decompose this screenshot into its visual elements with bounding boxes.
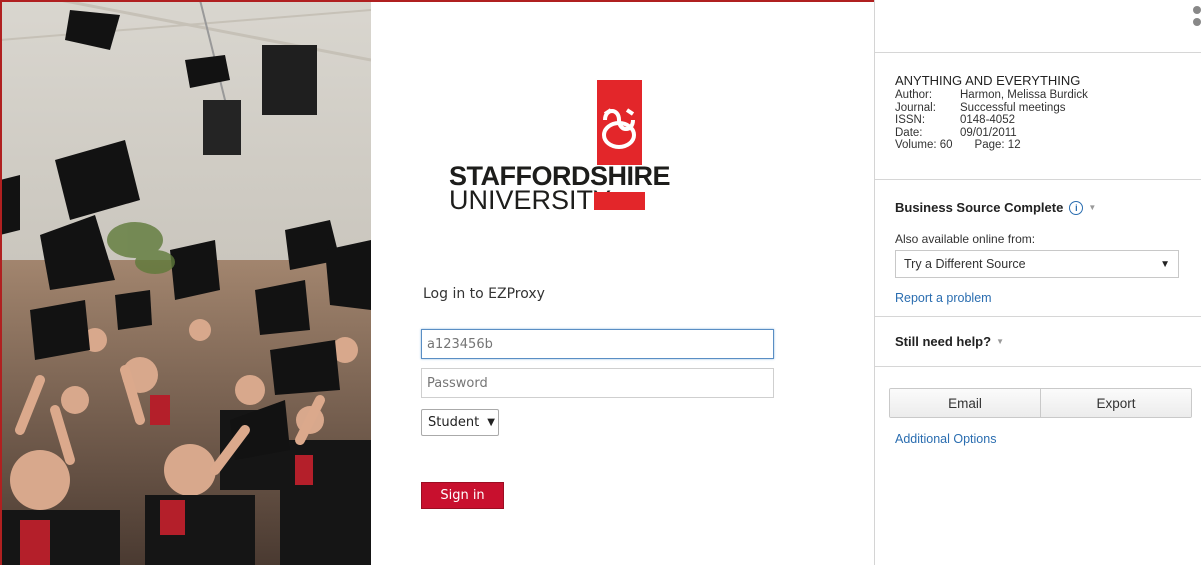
date-label: Date: <box>895 126 923 139</box>
email-button[interactable]: Email <box>890 389 1040 417</box>
source-title: Business Source Complete i ▼ <box>895 200 1096 215</box>
knot-emblem <box>597 80 642 165</box>
still-need-help-toggle[interactable]: Still need help? ▼ <box>895 334 1004 349</box>
author-value: Harmon, Melissa Burdick <box>960 89 1088 101</box>
issn-label: ISSN: <box>895 114 926 126</box>
source-title-text: Business Source Complete <box>895 200 1064 215</box>
scroll-indicator-icon <box>1193 6 1201 30</box>
login-title: Log in to EZProxy <box>423 286 545 302</box>
help-title-text: Still need help? <box>895 334 992 349</box>
logo-red-bar <box>594 192 645 210</box>
divider <box>875 52 1201 53</box>
issn-value: 0148-4052 <box>960 114 1015 126</box>
journal-label: Journal: <box>895 101 936 114</box>
graduation-photo <box>0 0 371 565</box>
action-buttons: Email Export <box>889 388 1192 418</box>
role-select[interactable]: Student ▼ <box>421 409 499 436</box>
journal-value: Successful meetings <box>960 101 1066 114</box>
export-button[interactable]: Export <box>1040 389 1191 417</box>
volume-value: Volume: 60 <box>895 139 953 151</box>
username-input[interactable] <box>421 329 774 359</box>
source-select[interactable]: Try a Different Source ▼ <box>895 250 1179 278</box>
chevron-down-icon: ▼ <box>996 337 1004 346</box>
divider <box>875 316 1201 317</box>
role-select-value: Student <box>428 415 480 430</box>
divider <box>875 179 1201 180</box>
login-panel: STAFFORDSHIRE UNIVERSITY Log in to EZPro… <box>371 2 874 565</box>
divider <box>875 366 1201 367</box>
page-value: Page: 12 <box>974 139 1021 151</box>
record-metadata: Author: Harmon, Melissa Burdick Journal: S… <box>895 89 1088 152</box>
logo-text-university: UNIVERSITY <box>449 185 612 215</box>
info-icon[interactable]: i <box>1069 200 1084 215</box>
password-input[interactable] <box>421 368 774 398</box>
additional-options-link[interactable]: Additional Options <box>895 432 996 446</box>
record-title: ANYTHING AND EVERYTHING <box>895 73 1081 88</box>
chevron-down-icon: ▼ <box>1160 258 1170 270</box>
university-logo: STAFFORDSHIRE UNIVERSITY <box>449 80 671 220</box>
also-available-label: Also available online from: <box>895 232 1036 246</box>
chevron-down-icon: ▼ <box>487 417 495 428</box>
chevron-down-icon[interactable]: ▼ <box>1088 203 1096 212</box>
date-value: 09/01/2011 <box>960 126 1017 139</box>
sign-in-button[interactable]: Sign in <box>421 482 504 509</box>
author-label: Author: <box>895 89 933 101</box>
report-problem-link[interactable]: Report a problem <box>895 291 992 305</box>
source-select-value: Try a Different Source <box>904 257 1026 271</box>
record-sidebar: ANYTHING AND EVERYTHING Author: Harmon, M… <box>874 0 1201 565</box>
